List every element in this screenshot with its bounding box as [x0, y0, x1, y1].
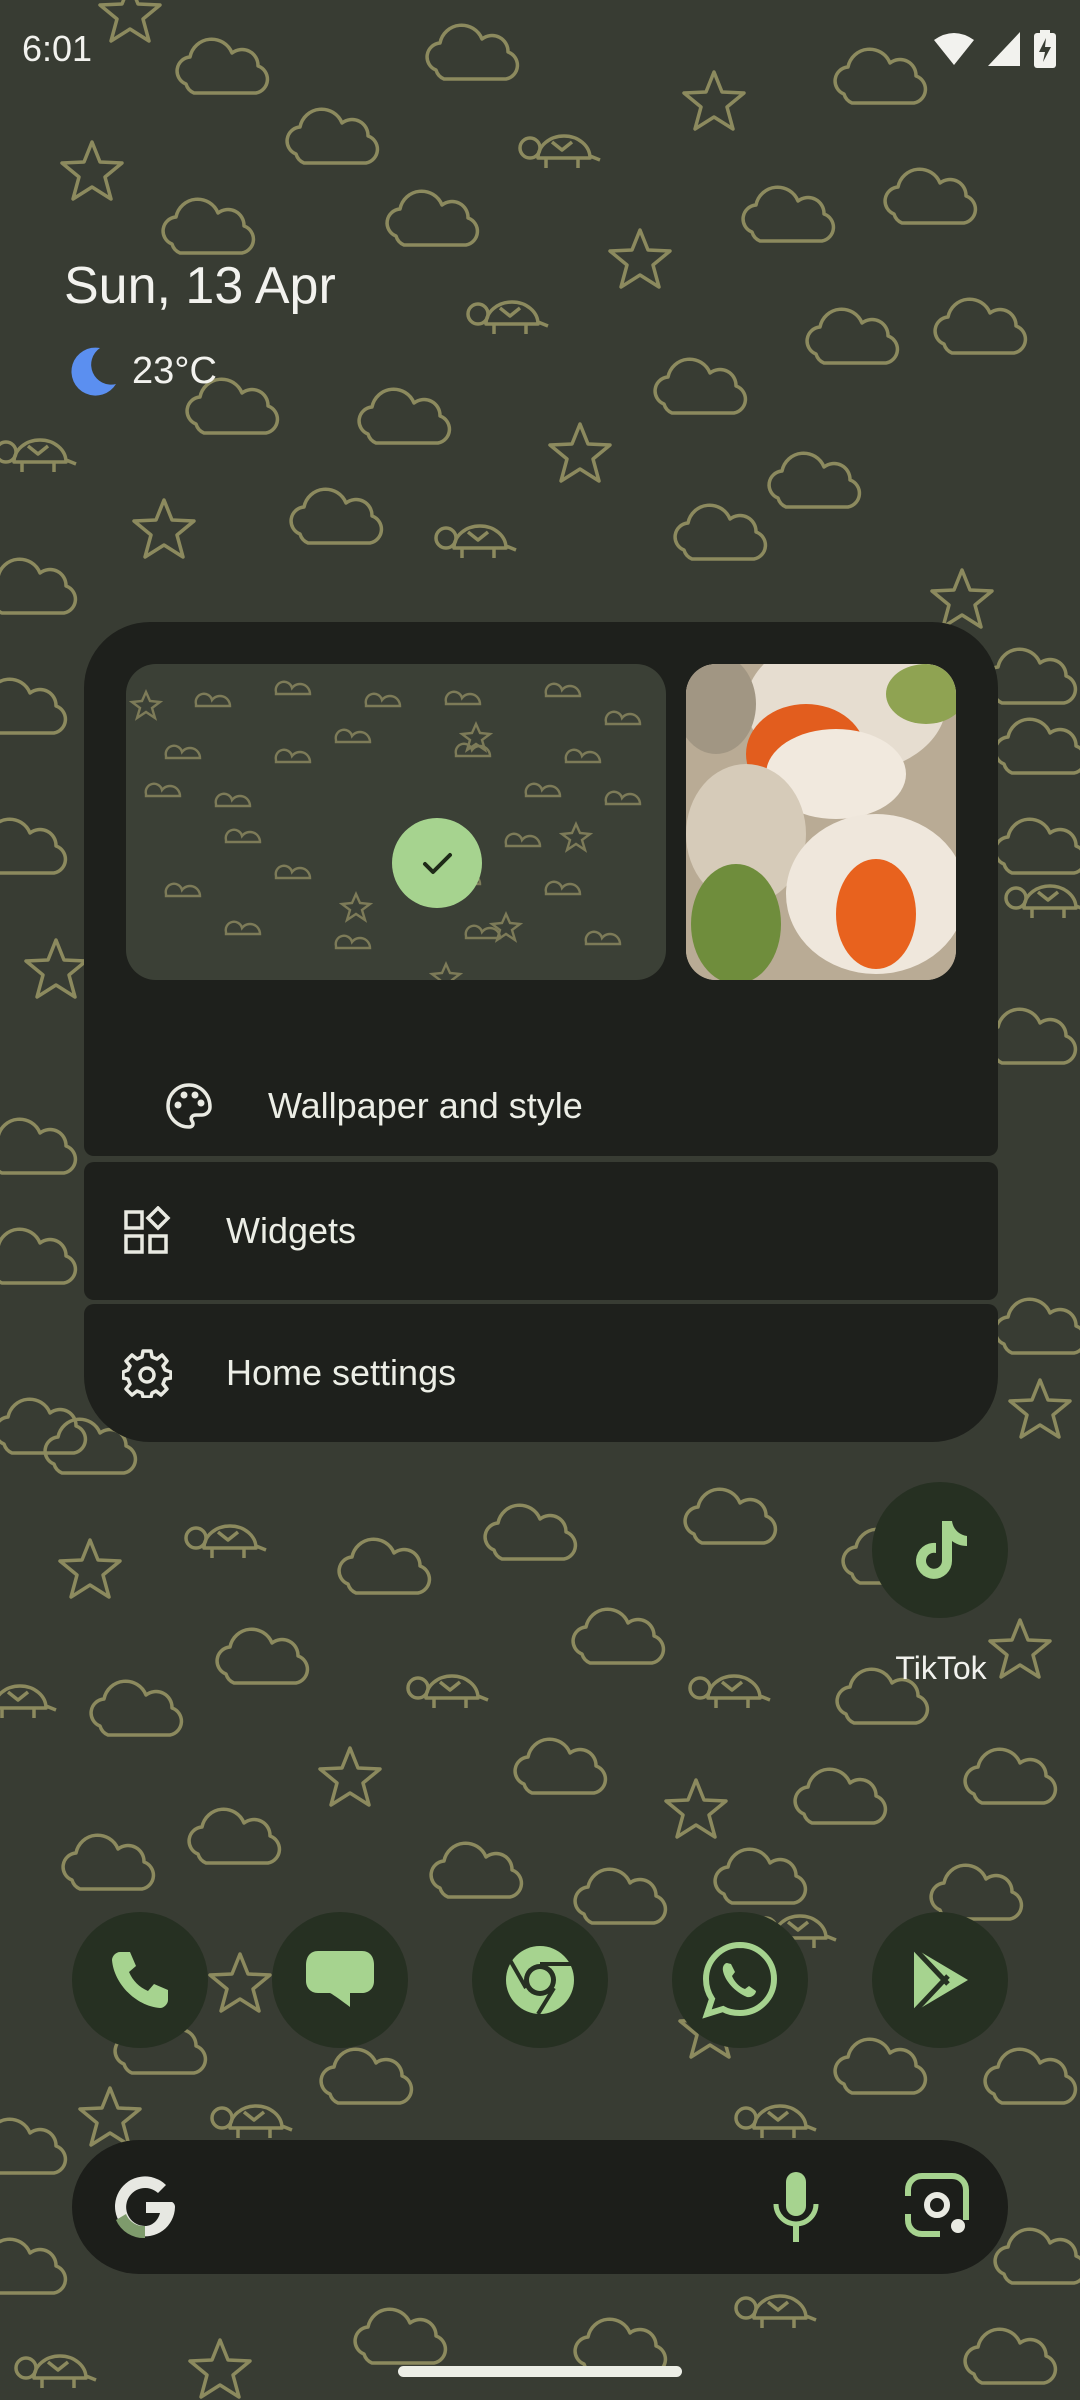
palette-icon — [166, 1083, 212, 1129]
google-lens-icon[interactable] — [900, 2168, 974, 2242]
wallpaper-and-style-label: Wallpaper and style — [268, 1085, 583, 1126]
tiktok-icon — [916, 1521, 967, 1579]
check-icon — [423, 853, 452, 874]
home-settings-item[interactable]: Home settings — [84, 1304, 998, 1442]
tiktok-app[interactable] — [872, 1482, 1008, 1618]
status-time: 6:01 — [22, 28, 93, 69]
play-store-app[interactable] — [872, 1912, 1008, 2048]
phone-app[interactable] — [72, 1912, 208, 2048]
wallpaper-section: Wallpaper and style — [84, 622, 998, 1156]
messages-icon — [306, 1951, 374, 2007]
phone-icon — [112, 1952, 168, 2008]
wifi-icon — [934, 33, 974, 65]
home-settings-label: Home settings — [226, 1352, 457, 1393]
google-search-bar[interactable] — [72, 2140, 1008, 2274]
alternate-wallpaper-thumb[interactable] — [686, 664, 956, 980]
whatsapp-icon — [702, 1941, 777, 2019]
widgets-label: Widgets — [226, 1210, 357, 1251]
gesture-nav-handle[interactable] — [398, 2366, 682, 2377]
cell-signal-icon — [988, 32, 1020, 66]
microphone-icon[interactable] — [772, 2170, 820, 2246]
messages-app[interactable] — [272, 1912, 408, 2048]
temperature: 23°C — [132, 349, 217, 392]
home-long-press-menu: Wallpaper and style Widgets Home setting… — [84, 622, 998, 1442]
chrome-app[interactable] — [472, 1912, 608, 2048]
tiktok-label: TikTok — [895, 1650, 987, 1686]
current-wallpaper-thumb[interactable] — [126, 664, 666, 980]
chrome-icon — [506, 1946, 574, 2016]
status-icons — [934, 30, 1056, 68]
wallpaper-and-style-item[interactable]: Wallpaper and style — [126, 1070, 926, 1142]
widgets-item[interactable]: Widgets — [84, 1162, 998, 1300]
selected-check — [392, 818, 482, 908]
moon-icon — [71, 347, 116, 396]
whatsapp-app[interactable] — [672, 1912, 808, 2048]
google-g-icon — [115, 2176, 175, 2239]
gear-icon — [122, 1349, 172, 1398]
battery-charging-icon — [1034, 30, 1056, 68]
widgets-icon — [124, 1206, 171, 1254]
glance-weather[interactable]: 23°C — [64, 344, 217, 398]
tulip-image — [686, 664, 956, 980]
play-store-icon — [912, 1946, 968, 2014]
glance-date[interactable]: Sun, 13 Apr — [64, 256, 336, 316]
